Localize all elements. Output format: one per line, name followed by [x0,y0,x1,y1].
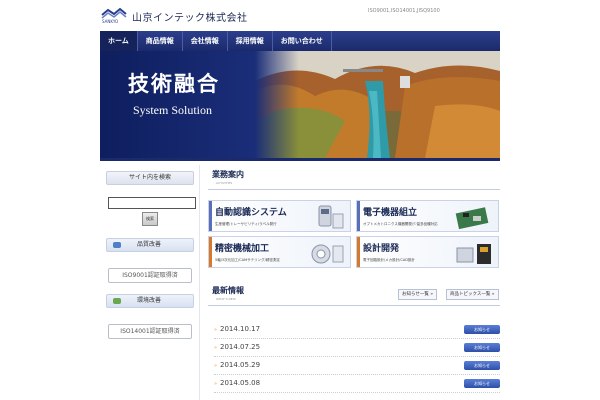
hero-title: 技術融合 [128,71,220,96]
card-subtitle: オプトメカトロニクス機器開発/少量多品種対応 [363,222,438,226]
topics-list-button[interactable]: 商品トピックス一覧 » [446,289,499,300]
logo-text: SANKYO [102,19,118,24]
news-item[interactable]: » 2014.05.08 お知らせ [214,375,500,393]
nav-company[interactable]: 会社情報 [183,31,228,51]
nav-home[interactable]: ホーム [100,31,138,51]
news-item[interactable]: » 2014.05.29 お知らせ [214,357,500,375]
autumn-gorge-photo [255,51,500,158]
news-title-en: WHAT'S NEW [216,297,236,301]
card-subtitle: 5軸/3次元加工/CAMサテリング/精密測定 [215,258,280,262]
card-accent [209,201,212,231]
equipment-icon [456,244,491,264]
nav-products[interactable]: 商品情報 [138,31,183,51]
environment-heading-label: 環境改善 [137,297,162,304]
quality-heading-label: 品質改善 [137,241,162,248]
news-tag[interactable]: お知らせ [464,343,500,352]
business-divider [208,189,500,190]
iso14001-button[interactable]: ISO14001認証取得済 [108,324,192,339]
bullet-icon: » [214,327,218,333]
card-title: 設計開発 [363,244,400,254]
card-design[interactable]: 設計開発 電子回路設計/メカ設計/CAD設計 [356,236,499,268]
search-input[interactable] [108,197,196,209]
news-item[interactable]: » 2014.07.25 お知らせ [214,339,500,357]
news-date: 2014.07.25 [220,343,261,351]
card-auto-id[interactable]: 自動認識システム 生産管理/トレーサビリティ/ラベル発行 [208,200,351,232]
quality-heading: 品質改善 [106,238,194,252]
global-nav: ホーム 商品情報 会社情報 採用情報 お問い合わせ [100,31,500,51]
card-machining[interactable]: 精密機械加工 5軸/3次元加工/CAMサテリング/精密測定 [208,236,351,268]
bullet-icon: » [214,381,218,387]
scanner-device-icon [318,205,344,229]
news-date: 2014.10.17 [220,325,261,333]
card-subtitle: 電子回路設計/メカ設計/CAD設計 [363,258,415,262]
search-button[interactable]: 検索 [142,212,158,226]
news-divider [208,305,500,306]
circuit-board-icon [455,207,489,230]
card-accent [357,237,360,267]
nav-contact[interactable]: お問い合わせ [273,31,332,51]
leaf-icon [113,298,121,304]
machined-parts-icon [311,244,344,264]
news-item[interactable]: » 2014.10.17 お知らせ [214,321,500,339]
card-electronics[interactable]: 電子機器組立 オプトメカトロニクス機器開発/少量多品種対応 [356,200,499,232]
news-date: 2014.05.08 [220,379,261,387]
sidebar: サイト内を検索 検索 品質改善 ISO9001認証取得済 環境改善 ISO140… [100,165,200,400]
news-tag[interactable]: お知らせ [464,379,500,388]
card-accent [209,237,212,267]
search-button-label: 検索 [146,216,154,221]
hero-subtitle: System Solution [133,103,213,117]
sankyo-logo-icon[interactable]: SANKYO [100,6,128,24]
business-title: 業務案内 [212,170,244,179]
bullet-icon: » [214,345,218,351]
quality-icon [113,242,121,248]
news-tag[interactable]: お知らせ [464,325,500,334]
bullet-icon: » [214,363,218,369]
business-title-en: ACTIVITIES [216,181,233,185]
news-title: 最新情報 [212,286,244,295]
card-accent [357,201,360,231]
hero-banner: 技術融合 System Solution [100,51,500,158]
hero-divider [100,158,500,161]
company-name[interactable]: 山京インテック株式会社 [132,9,248,24]
card-title: 精密機械加工 [215,244,270,254]
notice-list-button[interactable]: お知らせ一覧 » [398,289,438,300]
iso9001-button[interactable]: ISO9001認証取得済 [108,268,192,283]
iso-certifications: ISO9001,ISO14001,JISQ9100 [368,8,440,14]
card-title: 自動認識システム [215,208,287,218]
environment-heading: 環境改善 [106,294,194,308]
nav-recruit[interactable]: 採用情報 [228,31,273,51]
search-label: サイト内を検索 [106,171,194,185]
news-date: 2014.05.29 [220,361,261,369]
card-title: 電子機器組立 [363,208,418,218]
card-subtitle: 生産管理/トレーサビリティ/ラベル発行 [215,222,277,226]
site-header: SANKYO 山京インテック株式会社 ISO9001,ISO14001,JISQ… [100,0,500,30]
news-tag[interactable]: お知らせ [464,361,500,370]
main-content: 業務案内 ACTIVITIES 自動認識システム 生産管理/トレーサビリティ/ラ… [208,165,500,400]
